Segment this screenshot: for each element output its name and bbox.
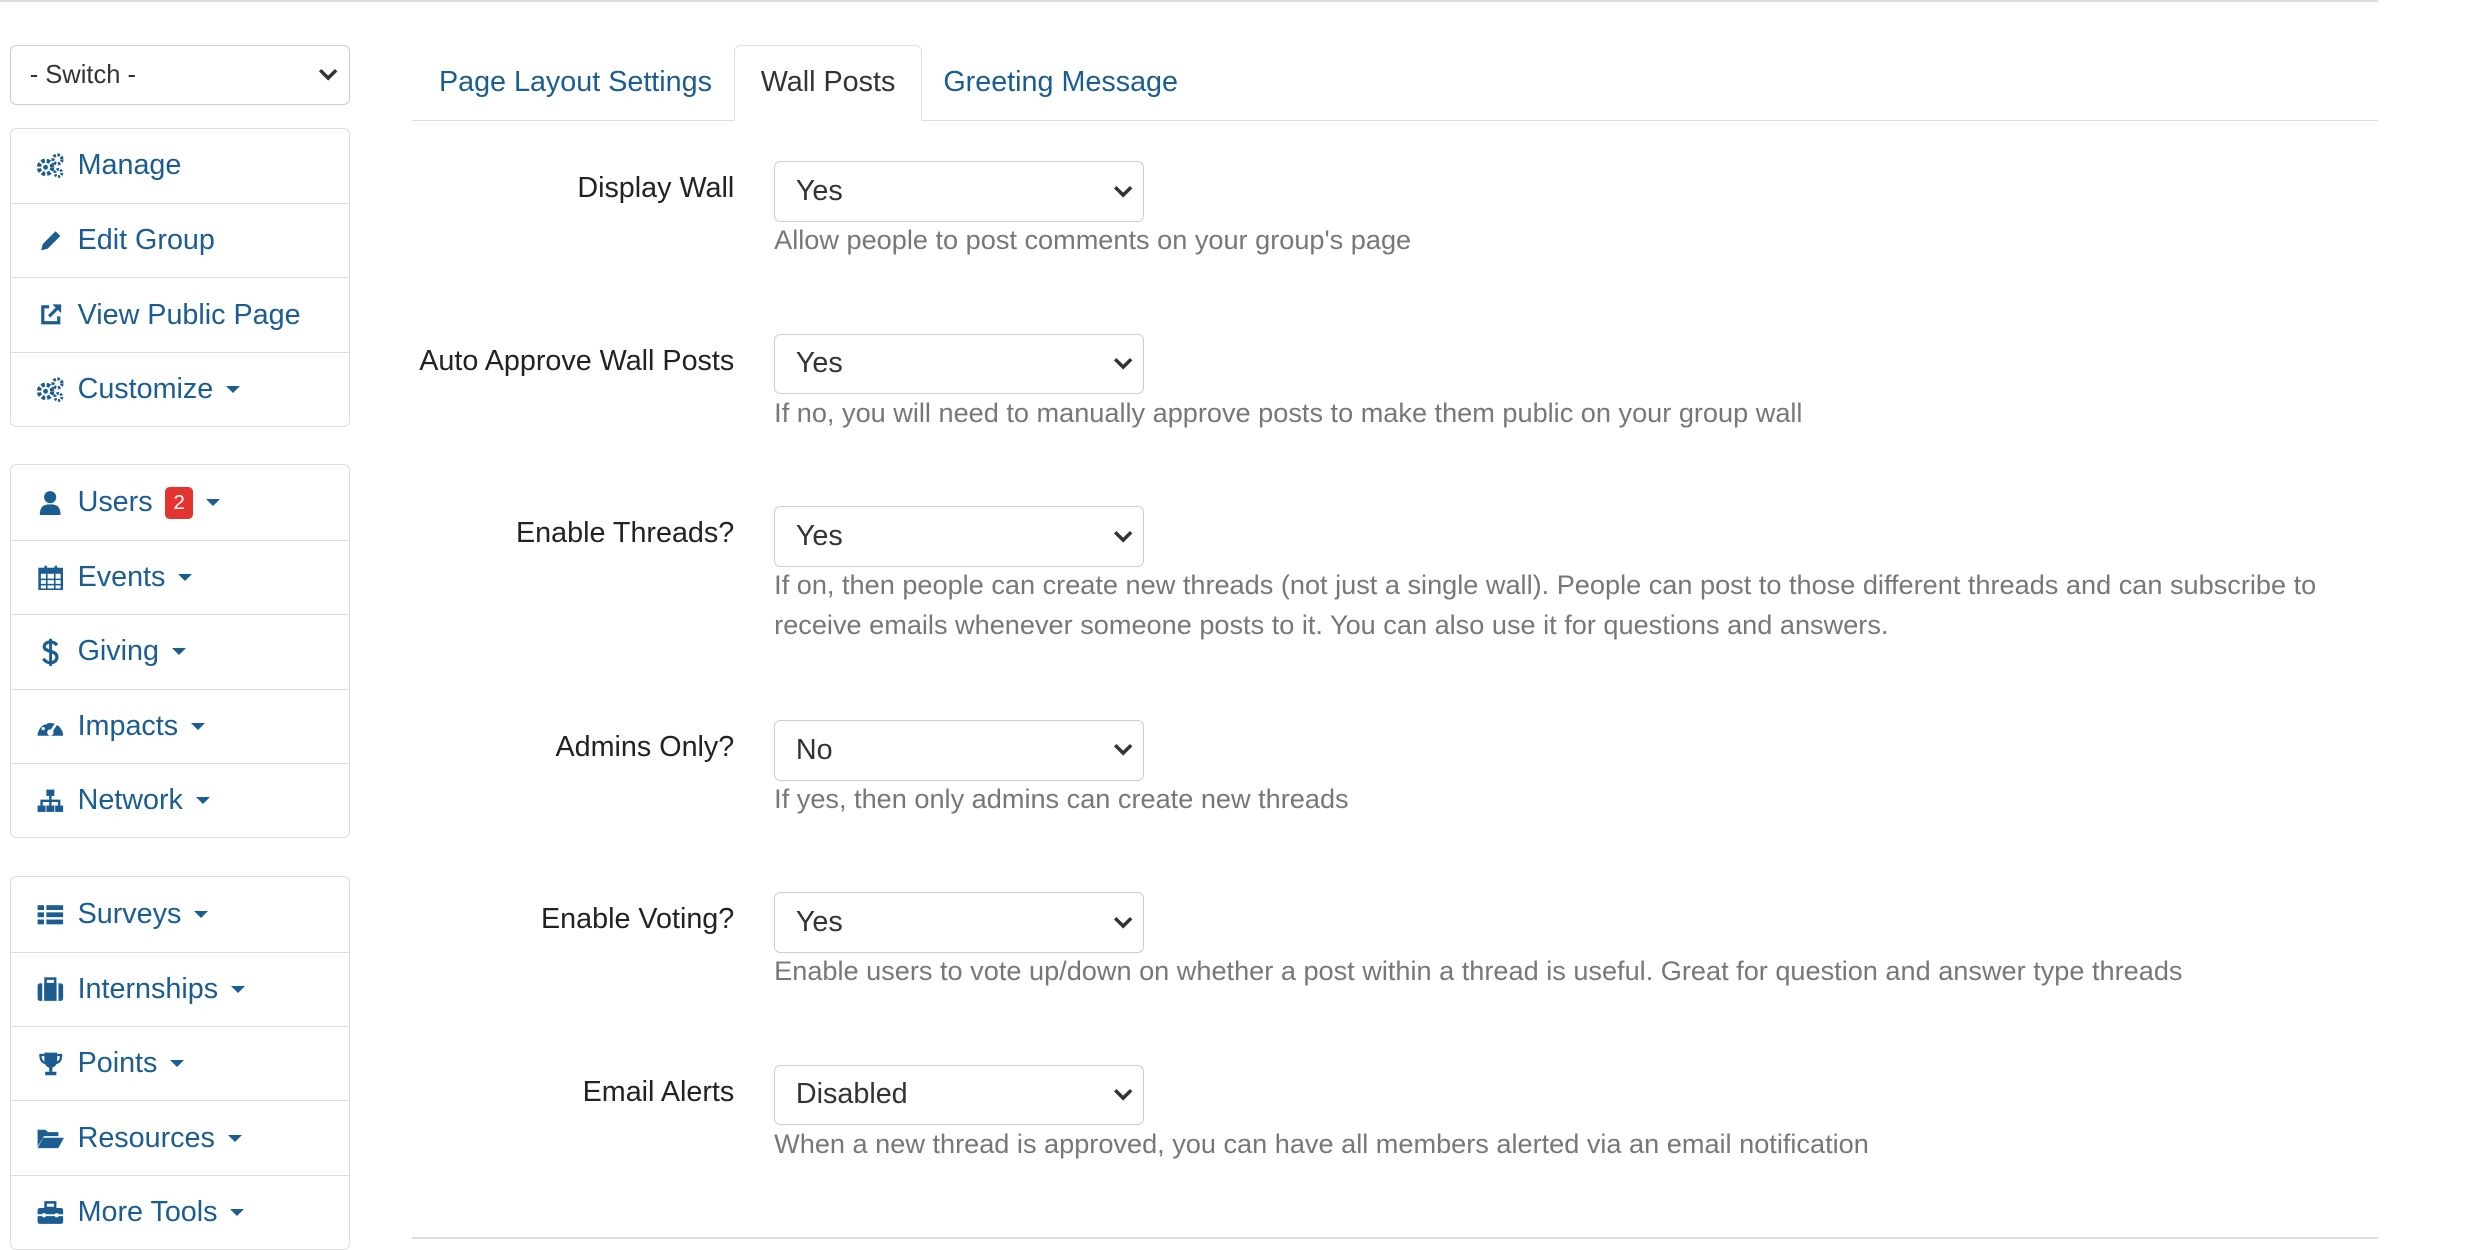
sidebar-item-impacts[interactable]: Impacts bbox=[10, 688, 349, 763]
sidebar-item-label: Points bbox=[77, 1047, 158, 1080]
email-alerts-select[interactable]: Disabled bbox=[774, 1064, 1145, 1126]
caret-down-icon bbox=[227, 1134, 242, 1143]
enable-voting-label: Enable Voting? bbox=[541, 903, 735, 936]
sidebar-item-label: Resources bbox=[77, 1121, 215, 1154]
form-divider bbox=[411, 1237, 2379, 1239]
settings-tabs: Page Layout Settings Wall Posts Greeting… bbox=[411, 44, 2379, 122]
admins-only-value: No bbox=[795, 733, 833, 766]
email-alerts-help: When a new thread is approved, you can h… bbox=[774, 1127, 1869, 1159]
caret-down-icon bbox=[170, 1060, 185, 1068]
chevron-down-icon bbox=[1113, 744, 1132, 757]
sidebar-item-label: Internships bbox=[77, 972, 219, 1005]
enable-voting-select[interactable]: Yes bbox=[774, 892, 1145, 953]
display-wall-help: Allow people to post comments on your gr… bbox=[774, 224, 1412, 256]
enable-voting-value: Yes bbox=[795, 906, 843, 939]
toolbox-icon bbox=[36, 1198, 65, 1227]
sidebar-item-internships[interactable]: Internships bbox=[10, 951, 349, 1026]
users-count-badge: 2 bbox=[165, 486, 193, 519]
auto-approve-select[interactable]: Yes bbox=[774, 333, 1145, 395]
sidebar-group-manage: Manage Edit Group View Public Page Custo… bbox=[9, 127, 350, 428]
sidebar-group-tools: Surveys Internships Points Resources Mor… bbox=[9, 876, 350, 1250]
sidebar-item-surveys[interactable]: Surveys bbox=[11, 877, 349, 951]
top-divider bbox=[0, 0, 2379, 2]
tab-greeting-message[interactable]: Greeting Message bbox=[918, 45, 1204, 120]
caret-down-icon bbox=[190, 722, 205, 731]
dollar-icon bbox=[36, 638, 65, 667]
sidebar-item-label: Events bbox=[77, 561, 166, 594]
caret-down-icon bbox=[226, 386, 241, 394]
sidebar-item-label: Edit Group bbox=[77, 224, 215, 257]
sidebar-item-customize[interactable]: Customize bbox=[10, 351, 349, 426]
sidebar-item-edit-group[interactable]: Edit Group bbox=[10, 203, 349, 277]
sidebar-item-label: Giving bbox=[77, 635, 159, 668]
chevron-down-icon bbox=[1113, 1089, 1132, 1101]
trophy-icon bbox=[36, 1049, 65, 1078]
caret-down-icon bbox=[230, 985, 245, 994]
cogs-icon bbox=[36, 375, 65, 404]
sidebar-item-more-tools[interactable]: More Tools bbox=[10, 1174, 349, 1249]
switch-select-value: - Switch - bbox=[29, 60, 137, 89]
cogs-icon bbox=[36, 152, 65, 181]
sidebar-item-points[interactable]: Points bbox=[10, 1026, 349, 1100]
auto-approve-help: If no, you will need to manually approve… bbox=[774, 396, 1803, 428]
sidebar-item-label: Surveys bbox=[77, 898, 182, 930]
sidebar-item-users[interactable]: Users 2 bbox=[11, 465, 349, 539]
enable-threads-help: If on, then people can create new thread… bbox=[774, 569, 2317, 640]
sidebar-item-label: More Tools bbox=[77, 1196, 218, 1228]
sidebar-item-label: Manage bbox=[77, 149, 182, 182]
sidebar-item-label: View Public Page bbox=[77, 298, 301, 331]
enable-voting-help: Enable users to vote up/down on whether … bbox=[774, 955, 2183, 987]
chevron-down-icon bbox=[1113, 185, 1132, 198]
caret-down-icon bbox=[171, 648, 186, 657]
chevron-down-icon bbox=[318, 69, 338, 81]
enable-threads-select[interactable]: Yes bbox=[774, 505, 1145, 567]
caret-down-icon bbox=[230, 1209, 245, 1217]
tab-page-layout-settings[interactable]: Page Layout Settings bbox=[413, 45, 737, 120]
tab-wall-posts[interactable]: Wall Posts bbox=[734, 44, 922, 122]
sidebar-group-people: Users 2 Events Giving Impacts Network bbox=[9, 464, 350, 839]
sidebar-item-label: Users bbox=[77, 486, 153, 519]
display-wall-value: Yes bbox=[795, 175, 843, 208]
sidebar-item-manage[interactable]: Manage bbox=[11, 129, 349, 203]
dashboard-icon bbox=[36, 712, 65, 741]
sidebar-item-label: Network bbox=[77, 784, 183, 817]
sidebar-item-giving[interactable]: Giving bbox=[10, 614, 349, 688]
enable-threads-label: Enable Threads? bbox=[516, 517, 735, 550]
chevron-down-icon bbox=[1113, 530, 1132, 543]
sidebar-item-resources[interactable]: Resources bbox=[10, 1100, 349, 1174]
caret-down-icon bbox=[195, 797, 210, 805]
briefcase-icon bbox=[36, 975, 65, 1004]
caret-down-icon bbox=[194, 911, 209, 919]
sidebar-item-network[interactable]: Network bbox=[10, 762, 349, 837]
display-wall-label: Display Wall bbox=[577, 172, 735, 205]
chevron-down-icon bbox=[1113, 358, 1132, 370]
caret-down-icon bbox=[178, 574, 193, 582]
sidebar-item-label: Customize bbox=[77, 373, 214, 405]
pencil-icon bbox=[36, 226, 65, 255]
sidebar-item-view-public-page[interactable]: View Public Page bbox=[10, 277, 349, 351]
folder-open-icon bbox=[36, 1124, 65, 1153]
display-wall-select[interactable]: Yes bbox=[774, 161, 1145, 222]
admins-only-select[interactable]: No bbox=[774, 719, 1145, 781]
sitemap-icon bbox=[36, 786, 65, 815]
switch-select[interactable]: - Switch - bbox=[9, 44, 350, 106]
email-alerts-value: Disabled bbox=[795, 1078, 908, 1111]
external-link-icon bbox=[36, 301, 65, 330]
auto-approve-label: Auto Approve Wall Posts bbox=[419, 344, 735, 377]
list-icon bbox=[36, 900, 65, 929]
admins-only-help: If yes, then only admins can create new … bbox=[774, 782, 1349, 814]
chevron-down-icon bbox=[1113, 916, 1132, 929]
email-alerts-label: Email Alerts bbox=[582, 1075, 735, 1108]
enable-threads-value: Yes bbox=[795, 519, 843, 552]
admins-only-label: Admins Only? bbox=[555, 731, 735, 764]
sidebar-item-events[interactable]: Events bbox=[10, 539, 349, 614]
auto-approve-value: Yes bbox=[795, 347, 843, 380]
caret-down-icon bbox=[205, 499, 220, 507]
user-icon bbox=[36, 488, 65, 517]
calendar-icon bbox=[36, 563, 65, 592]
sidebar-item-label: Impacts bbox=[77, 709, 179, 742]
